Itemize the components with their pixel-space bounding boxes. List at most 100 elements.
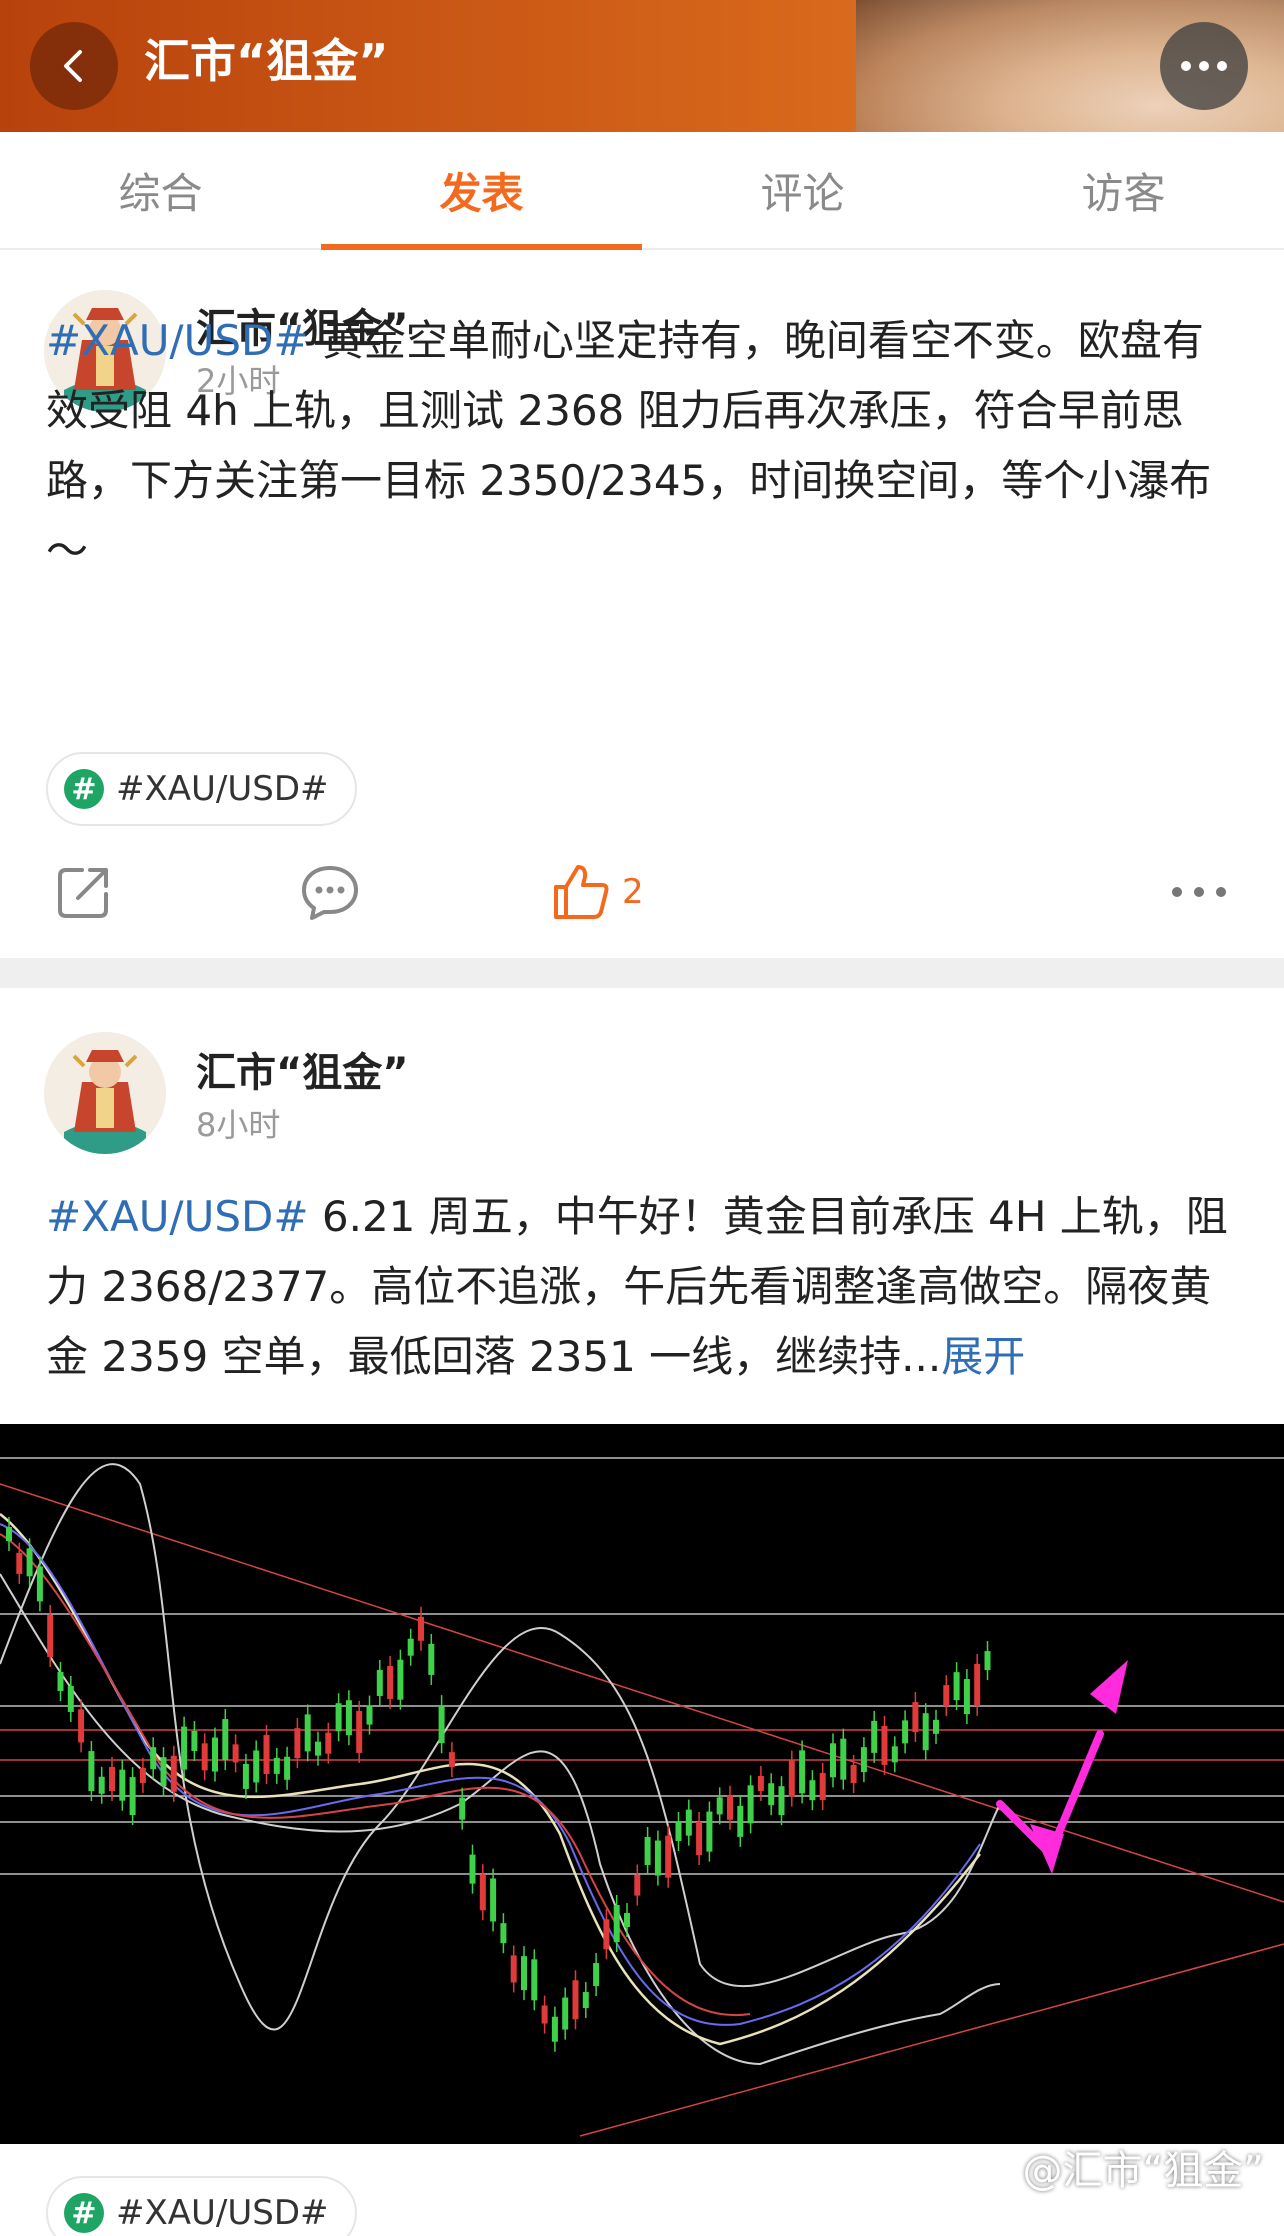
chevron-left-icon [64, 50, 82, 82]
candle [943, 1685, 950, 1707]
candle [902, 1720, 909, 1744]
candle [799, 1750, 806, 1794]
candle [284, 1756, 291, 1780]
candle [325, 1732, 332, 1754]
comment-icon [302, 866, 358, 920]
post-more-button[interactable] [1170, 860, 1228, 924]
hashtag-link[interactable]: #XAU/USD# [46, 1192, 309, 1241]
avatar[interactable] [44, 1032, 166, 1154]
candle [922, 1713, 929, 1751]
candle [150, 1747, 157, 1770]
candle [98, 1776, 105, 1794]
candle [685, 1809, 692, 1836]
image-watermark: @汇市“狙金” [1022, 2148, 1264, 2194]
tab-overview[interactable]: 综合 [0, 132, 321, 248]
candle [479, 1874, 486, 1911]
candle [232, 1744, 239, 1763]
candle [490, 1878, 497, 1922]
candle [788, 1760, 795, 1797]
candle [335, 1703, 342, 1732]
candle [387, 1665, 394, 1699]
candle [809, 1780, 816, 1801]
candle [315, 1741, 321, 1756]
candle [459, 1797, 466, 1820]
candle [109, 1766, 115, 1791]
candle [448, 1752, 455, 1768]
more-button[interactable] [1160, 22, 1248, 110]
hashtag-link[interactable]: #XAU/USD# [46, 316, 309, 365]
candle [36, 1566, 43, 1602]
candle [819, 1772, 826, 1800]
candle [984, 1651, 991, 1671]
candle [469, 1854, 476, 1884]
candle [531, 1959, 538, 2001]
share-icon [58, 868, 108, 918]
candle [933, 1719, 939, 1734]
candle [47, 1614, 54, 1657]
candle [67, 1685, 74, 1712]
candle [716, 1797, 723, 1815]
candle [500, 1923, 507, 1944]
hashtag-icon: # [64, 769, 104, 809]
back-button[interactable] [30, 22, 118, 110]
candle [201, 1743, 208, 1771]
candle [747, 1785, 754, 1824]
candle [16, 1552, 23, 1574]
candle [582, 1992, 589, 2009]
candle [613, 1905, 620, 1943]
candle [727, 1795, 733, 1820]
candle [654, 1840, 661, 1876]
candle [778, 1786, 785, 1816]
candle [644, 1837, 651, 1866]
candle [891, 1746, 898, 1763]
post-1-text: #XAU/USD# 黄金空单耐心坚定持有，晚间看空不变。欧盘有效受阻 4h 上轨… [46, 306, 1242, 586]
more-horizontal-icon [1172, 887, 1226, 897]
candle [634, 1874, 641, 1896]
candle [562, 1997, 569, 2030]
candle [88, 1751, 95, 1792]
candle [521, 1956, 527, 1991]
candle [273, 1757, 280, 1774]
topic-chip[interactable]: # #XAU/USD# [46, 752, 357, 826]
candle [551, 2016, 558, 2042]
post-image[interactable] [0, 1424, 1284, 2144]
tab-bar: 综合 发表 评论 访客 [0, 132, 1284, 250]
price-chart-image [0, 1424, 1284, 2144]
candle [26, 1548, 33, 1577]
expand-link[interactable]: 展开 [941, 1332, 1025, 1381]
tab-visitors[interactable]: 访客 [963, 132, 1284, 248]
candle [510, 1955, 517, 1983]
candle [624, 1913, 630, 1928]
candle [119, 1769, 126, 1801]
candle [170, 1755, 177, 1792]
candle [139, 1767, 146, 1783]
candle [6, 1527, 12, 1541]
candle [850, 1764, 857, 1783]
tab-comments[interactable]: 评论 [642, 132, 963, 248]
candle [603, 1919, 610, 1950]
like-button[interactable]: 2 [550, 860, 644, 924]
author-name[interactable]: 汇市“狙金” [196, 1040, 409, 1098]
more-horizontal-icon [1181, 61, 1227, 71]
avatar-illustration [44, 1032, 166, 1154]
topic-chip[interactable]: # #XAU/USD# [46, 2176, 357, 2236]
candle [57, 1671, 64, 1691]
candle [974, 1663, 981, 1706]
topic-label: #XAU/USD# [116, 2193, 329, 2233]
candle [304, 1714, 311, 1752]
tab-posts[interactable]: 发表 [321, 132, 642, 250]
candle [181, 1726, 188, 1770]
top-bar: 汇市“狙金” [0, 0, 1284, 132]
candle [253, 1750, 260, 1783]
candle [572, 1980, 579, 2020]
thumbs-up-icon [554, 865, 609, 919]
hashtag-icon: # [64, 2193, 104, 2233]
comment-button[interactable] [298, 860, 362, 924]
candle [881, 1725, 888, 1765]
candle [706, 1811, 713, 1852]
candle [366, 1705, 373, 1725]
share-button[interactable] [54, 860, 114, 924]
candle [840, 1738, 847, 1780]
action-bar [0, 574, 1284, 674]
candle [665, 1835, 672, 1878]
